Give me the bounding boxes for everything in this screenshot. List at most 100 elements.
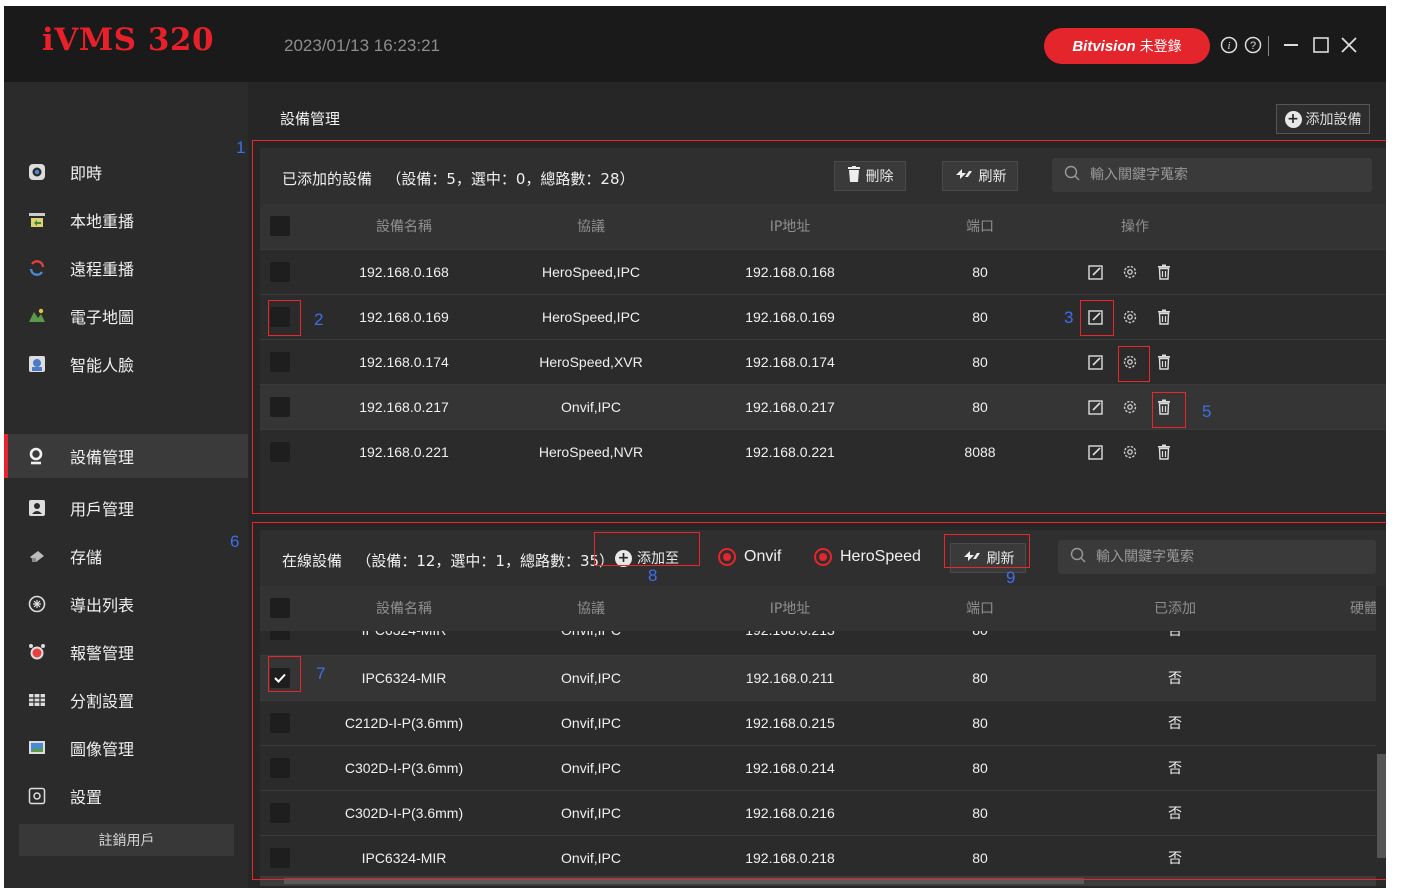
row-checkbox[interactable] [270, 668, 290, 688]
column-header[interactable]: 協議 [506, 586, 676, 630]
column-header[interactable]: 協議 [506, 204, 676, 248]
scroll-thumb[interactable] [284, 878, 1084, 884]
column-header[interactable]: 端口 [910, 204, 1050, 248]
table-row[interactable]: 192.168.0.168 HeroSpeed,IPC 192.168.0.168 8… [260, 249, 1386, 294]
sidebar-item-local-playback[interactable]: 本地重播 [4, 198, 248, 242]
added-cell: 否 [1168, 715, 1182, 731]
select-all-checkbox[interactable] [270, 216, 290, 236]
search-input[interactable] [1090, 167, 1330, 183]
refresh-button[interactable]: 刷新 [942, 161, 1018, 191]
search-input[interactable] [1096, 549, 1336, 565]
minimize-icon[interactable] [1280, 34, 1302, 56]
add-to-button[interactable]: + 添加至 [604, 543, 690, 573]
table-row[interactable]: 192.168.0.217 Onvif,IPC 192.168.0.217 80 [260, 384, 1386, 429]
protocol-cell: Onvif,IPC [506, 631, 676, 652]
column-header[interactable]: 已添加 [1100, 586, 1250, 630]
gear-icon[interactable] [1120, 262, 1140, 282]
device-name-cell: IPC6324-MIR [361, 850, 447, 866]
bitvision-login-button[interactable]: Bitvision 未登錄 [1044, 28, 1210, 64]
datetime-display: 2023/01/13 16:23:21 [284, 36, 440, 55]
column-header[interactable]: IP地址 [690, 586, 890, 630]
logout-button[interactable]: 註銷用戶 [19, 824, 234, 856]
vertical-scrollbar[interactable] [1376, 586, 1386, 878]
annotation-label: 8 [648, 566, 658, 585]
column-header[interactable]: 設備名稱 [304, 586, 504, 630]
table-row[interactable]: 192.168.0.169 HeroSpeed,IPC 192.168.0.169 8… [260, 294, 1386, 339]
edit-icon[interactable] [1086, 397, 1106, 417]
trash-icon[interactable] [1154, 307, 1174, 327]
port-cell: 80 [972, 670, 988, 686]
ip-cell: 192.168.0.221 [745, 444, 835, 460]
sidebar-item-settings[interactable]: 設置 [4, 774, 248, 818]
device-name-cell: 192.168.0.174 [359, 354, 449, 370]
brand-name: Bitvision [1072, 37, 1136, 55]
sidebar-item-user-management[interactable]: 用戶管理 [4, 486, 248, 530]
added-cell: 否 [1168, 805, 1182, 821]
table-row[interactable]: C212D-I-P(3.6mm) Onvif,IPC 192.168.0.215 80… [260, 700, 1376, 745]
table-row[interactable]: C302D-I-P(3.6mm) Onvif,IPC 192.168.0.216 80… [260, 790, 1376, 835]
row-checkbox[interactable] [270, 803, 290, 823]
row-checkbox[interactable] [270, 758, 290, 778]
row-checkbox[interactable] [270, 848, 290, 868]
row-checkbox[interactable] [270, 631, 290, 640]
close-icon[interactable] [1338, 34, 1360, 56]
app-logo: iVMS 320 [42, 22, 215, 58]
device-name-cell: 192.168.0.217 [359, 399, 449, 415]
gear-icon[interactable] [1120, 307, 1140, 327]
sidebar-item-storage[interactable]: 存儲 [4, 534, 248, 578]
table-row[interactable]: IPC6324-MIR Onvif,IPC 192.168.0.218 80 否 [260, 835, 1376, 880]
remote-playback-icon [28, 259, 46, 277]
device-name-cell: IPC6324-MIR [361, 670, 447, 686]
trash-icon[interactable] [1154, 262, 1174, 282]
gear-icon[interactable] [1120, 442, 1140, 462]
trash-icon[interactable] [1154, 442, 1174, 462]
edit-icon[interactable] [1086, 262, 1106, 282]
emap-icon [28, 307, 46, 325]
sidebar-item-image-management[interactable]: 圖像管理 [4, 726, 248, 770]
add-device-button[interactable]: + 添加設備 [1276, 104, 1370, 134]
added-devices-toolbar: 已添加的設備 （設備：5，選中：0，總路數：28） 刪除 刷新 [260, 148, 1386, 204]
row-checkbox[interactable] [270, 262, 290, 282]
edit-icon[interactable] [1086, 442, 1106, 462]
sidebar-item-device-management[interactable]: 設備管理 [4, 434, 248, 478]
radio-herospeed[interactable]: HeroSpeed [814, 548, 921, 566]
sidebar-item-live[interactable]: 即時 [4, 150, 248, 194]
edit-icon[interactable] [1086, 307, 1106, 327]
help-icon[interactable]: ? [1242, 34, 1264, 56]
gear-icon[interactable] [1120, 352, 1140, 372]
info-icon[interactable]: i [1218, 34, 1240, 56]
scroll-thumb[interactable] [1377, 754, 1386, 858]
row-checkbox[interactable] [270, 713, 290, 733]
column-header[interactable]: 端口 [910, 586, 1050, 630]
row-checkbox[interactable] [270, 442, 290, 462]
trash-icon[interactable] [1154, 397, 1174, 417]
maximize-icon[interactable] [1310, 34, 1332, 56]
added-devices-search[interactable] [1052, 158, 1372, 192]
sidebar-item-face[interactable]: 智能人臉 [4, 342, 248, 386]
sidebar-item-emap[interactable]: 電子地圖 [4, 294, 248, 338]
sidebar-item-export-list[interactable]: 導出列表 [4, 582, 248, 626]
column-header[interactable]: IP地址 [690, 204, 890, 248]
table-row[interactable]: 192.168.0.174 HeroSpeed,XVR 192.168.0.174 8… [260, 339, 1386, 384]
sidebar-item-alarm-management[interactable]: 報警管理 [4, 630, 248, 674]
row-checkbox[interactable] [270, 397, 290, 417]
delete-button[interactable]: 刪除 [834, 161, 906, 191]
gear-icon[interactable] [1120, 397, 1140, 417]
table-row[interactable]: C302D-I-P(3.6mm) Onvif,IPC 192.168.0.214 80… [260, 745, 1376, 790]
online-devices-panel: 在線設備 （設備：12，選中：1，總路數：35） + 添加至 Onvif Her… [260, 530, 1386, 886]
select-all-checkbox[interactable] [270, 598, 290, 618]
row-checkbox[interactable] [270, 352, 290, 372]
edit-icon[interactable] [1086, 352, 1106, 372]
row-checkbox[interactable] [270, 307, 290, 327]
add-to-label: 添加至 [637, 551, 679, 567]
table-row[interactable]: IPC6324-MIR Onvif,IPC 192.168.0.213 80 否 [260, 631, 1376, 652]
table-row[interactable]: 192.168.0.221 HeroSpeed,NVR 192.168.0.221 8… [260, 429, 1386, 474]
radio-onvif[interactable]: Onvif [718, 548, 781, 566]
table-row[interactable]: IPC6324-MIR Onvif,IPC 192.168.0.211 80 否 [260, 655, 1376, 700]
horizontal-scrollbar[interactable] [260, 876, 1376, 886]
online-devices-search[interactable] [1058, 540, 1376, 574]
trash-icon[interactable] [1154, 352, 1174, 372]
sidebar-item-split-settings[interactable]: 分割設置 [4, 678, 248, 722]
column-header[interactable]: 設備名稱 [304, 204, 504, 248]
sidebar-item-remote-playback[interactable]: 遠程重播 [4, 246, 248, 290]
